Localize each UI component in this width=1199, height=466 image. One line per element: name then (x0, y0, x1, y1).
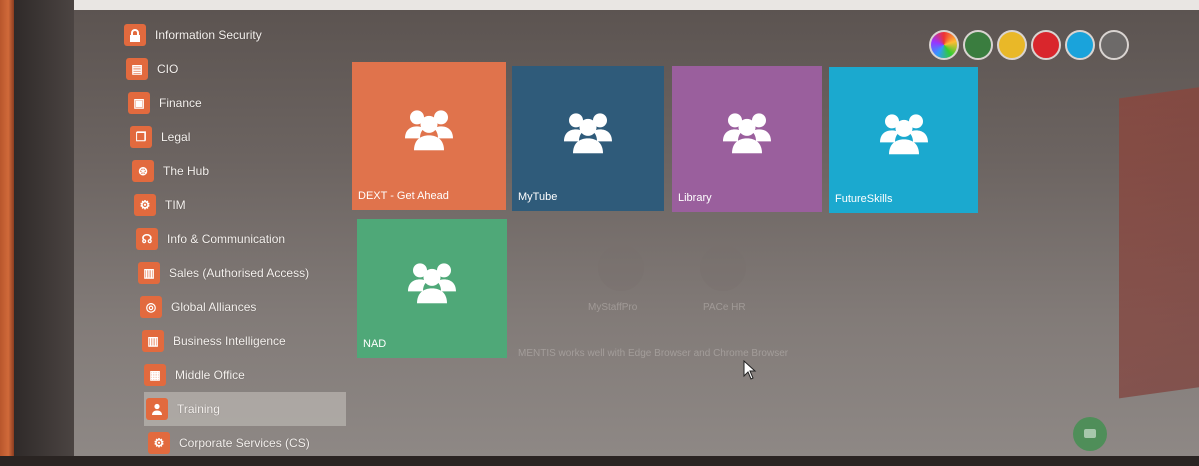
ghost-app-label: MyStaffPro (588, 302, 638, 313)
ghost-app-icon (598, 245, 644, 291)
tile-label: NAD (363, 338, 387, 350)
chat-help-button[interactable] (1073, 417, 1107, 451)
tile-label: DEXT - Get Ahead (358, 190, 449, 202)
sidebar-item-tim[interactable]: ⚙ TIM (134, 188, 336, 222)
building-icon: ▦ (144, 364, 166, 386)
sidebar-item-label: Info & Communication (167, 232, 286, 246)
chat-icon (1084, 429, 1096, 438)
sidebar-item-middle-office[interactable]: ▦ Middle Office (144, 358, 336, 392)
tile-dext-get-ahead[interactable]: DEXT - Get Ahead (352, 62, 506, 210)
tile-label: Library (678, 192, 712, 204)
sidebar-item-cio[interactable]: ▤ CIO (126, 52, 336, 86)
money-icon: ▣ (128, 92, 150, 114)
tile-library[interactable]: Library (672, 66, 822, 212)
sidebar-item-label: Sales (Authorised Access) (169, 266, 310, 280)
sidebar-item-info-communication[interactable]: ☊ Info & Communication (136, 222, 336, 256)
sidebar-item-label: Legal (161, 130, 191, 144)
browser-compatibility-notice: MENTIS works well with Edge Browser and … (518, 348, 789, 359)
sidebar-item-label: Training (177, 402, 220, 416)
sidebar-item-training[interactable]: Training (144, 392, 346, 426)
users-icon (723, 107, 771, 158)
headset-icon: ☊ (136, 228, 158, 250)
sidebar-item-label: Middle Office (175, 368, 245, 382)
bar-chart-icon: ▥ (142, 330, 164, 352)
cogs-icon: ⚙ (148, 432, 170, 454)
sidebar-item-label: The Hub (163, 164, 210, 178)
tile-label: FutureSkills (835, 193, 893, 205)
sidebar-item-sales[interactable]: ▥ Sales (Authorised Access) (138, 256, 336, 290)
sidebar-item-label: Information Security (155, 28, 262, 42)
bar-chart-icon: ▥ (138, 262, 160, 284)
users-icon (405, 104, 453, 155)
screen-shadow (14, 0, 74, 456)
tile-nad[interactable]: NAD (357, 219, 507, 358)
screen-top-edge (14, 0, 1199, 10)
theme-swatch-rainbow[interactable] (929, 30, 959, 60)
sidebar-nav: Information Security ▤ CIO ▣ Finance ❐ L… (96, 18, 346, 460)
lock-icon (124, 24, 146, 46)
sidebar-item-label: Corporate Services (CS) (179, 436, 310, 450)
tile-mytube[interactable]: MyTube (512, 66, 664, 211)
basketball-icon: ⊛ (132, 160, 154, 182)
globe-icon: ◎ (140, 296, 162, 318)
sidebar-item-label: CIO (157, 62, 179, 76)
monitor-bezel-left (0, 0, 14, 466)
sidebar-item-the-hub[interactable]: ⊛ The Hub (132, 154, 336, 188)
screen-glare (1119, 81, 1199, 399)
theme-swatch-blue[interactable] (1065, 30, 1095, 60)
sidebar-item-corporate-services[interactable]: ⚙ Corporate Services (CS) (148, 426, 336, 460)
theme-swatch-grey[interactable] (1099, 30, 1129, 60)
theme-swatch-green[interactable] (963, 30, 993, 60)
sidebar-item-label: TIM (165, 198, 186, 212)
sidebar-item-finance[interactable]: ▣ Finance (128, 86, 336, 120)
sidebar-item-label: Business Intelligence (173, 334, 286, 348)
users-icon (879, 108, 928, 159)
sidebar-item-label: Finance (159, 96, 202, 110)
copy-icon: ❐ (130, 126, 152, 148)
tile-label: MyTube (518, 191, 558, 203)
cogs-icon: ⚙ (134, 194, 156, 216)
sidebar-item-legal[interactable]: ❐ Legal (130, 120, 336, 154)
users-icon (564, 107, 612, 158)
users-icon (408, 257, 456, 308)
sidebar-item-label: Global Alliances (171, 300, 257, 314)
ghost-app-icon (700, 245, 746, 291)
ghost-app-label: PACe HR (703, 302, 746, 313)
document-icon: ▤ (126, 58, 148, 80)
tile-futureskills[interactable]: FutureSkills (829, 67, 978, 213)
sidebar-item-business-intelligence[interactable]: ▥ Business Intelligence (142, 324, 336, 358)
theme-swatch-yellow[interactable] (997, 30, 1027, 60)
theme-swatch-red[interactable] (1031, 30, 1061, 60)
mouse-cursor-icon (743, 360, 757, 380)
theme-color-picker (929, 30, 1129, 60)
sidebar-item-global-alliances[interactable]: ◎ Global Alliances (140, 290, 336, 324)
sidebar-item-information-security[interactable]: Information Security (124, 18, 336, 52)
users-icon (146, 398, 168, 420)
